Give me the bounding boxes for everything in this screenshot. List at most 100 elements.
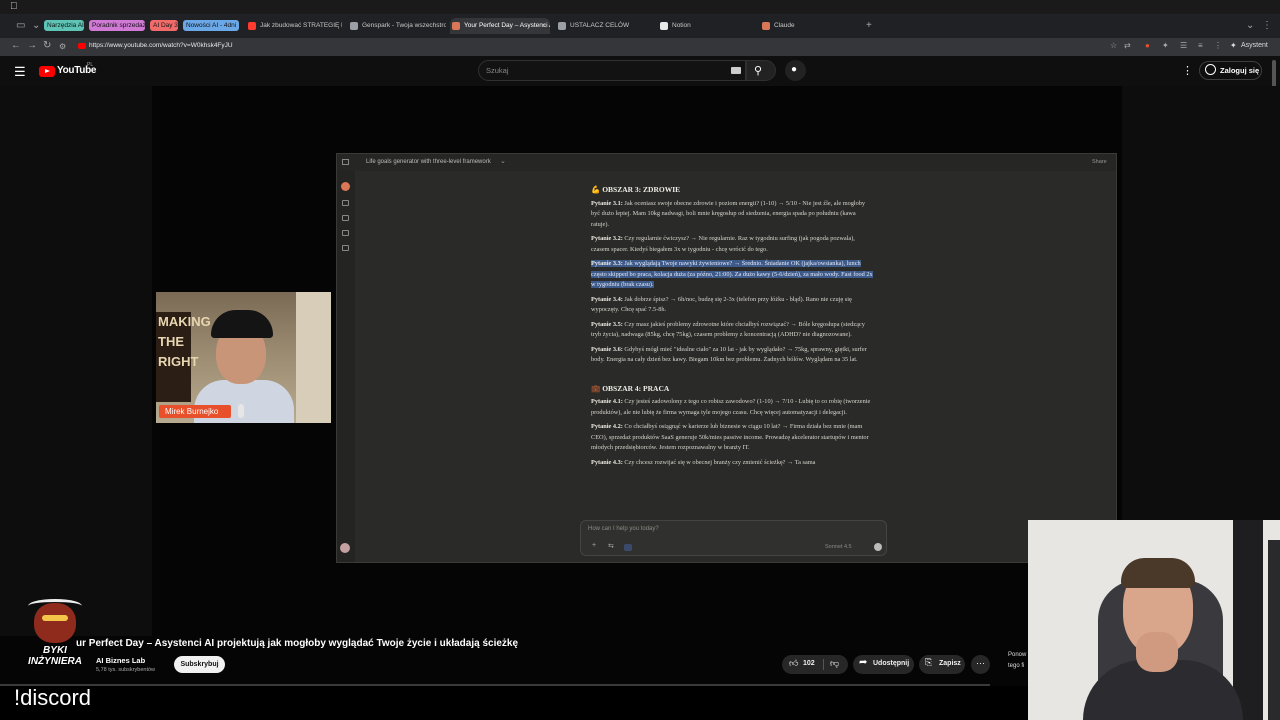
new-tab-button[interactable]: + xyxy=(866,20,872,31)
browser-tab[interactable]: Claude xyxy=(760,18,856,34)
paragraph-text: Pytanie 4.3: Czy chcesz rozwijać się w o… xyxy=(591,459,815,466)
question-paragraph: Pytanie 3.3: Jak wyglądają Twoje nawyki … xyxy=(591,259,873,291)
tab-favicon-icon xyxy=(452,22,460,30)
settings-kebab-icon[interactable]: ⋮ xyxy=(1182,64,1193,77)
tab-list-icon[interactable]: ⌄ xyxy=(1246,20,1254,31)
share-label[interactable]: Udostępnij xyxy=(873,660,909,667)
reload-icon[interactable]: ↻ xyxy=(43,40,51,51)
question-label: Pytanie 3.4: xyxy=(591,295,623,303)
tab-label: USTALACZ CELÓW xyxy=(570,22,630,29)
menu-hamburger-icon[interactable]: ☰ xyxy=(14,64,26,80)
sidebar-icon[interactable]: ≡ xyxy=(1198,41,1203,50)
question-text: Czy jesteś zadowolony z tego co robisz z… xyxy=(591,398,871,416)
site-info-icon[interactable]: ⚙ xyxy=(59,42,66,51)
tab-group-chip[interactable]: Narzędzia AI xyxy=(44,20,84,31)
paragraph-text: Pytanie 3.1: Jak oceniasz swoje obecne z… xyxy=(591,200,865,228)
claude-clock-icon xyxy=(624,544,632,551)
paragraph-text: Pytanie 3.6: Gdybyś mógł mieć "idealne c… xyxy=(591,346,867,364)
question-paragraph: Pytanie 3.6: Gdybyś mógł mieć "idealne c… xyxy=(591,345,873,366)
question-paragraph: Pytanie 3.5: Czy masz jakieś problemy zd… xyxy=(591,320,873,341)
poster: MAKING THE RIGHT xyxy=(156,312,211,402)
claude-chats-icon xyxy=(342,215,349,221)
bookmark-star-icon[interactable]: ☆ xyxy=(1110,41,1117,50)
byki-inzyniera-logo: BYKI INŻYNIERA xyxy=(20,597,90,675)
logo-text: BYKI INŻYNIERA xyxy=(28,645,82,667)
like-count[interactable]: 102 xyxy=(803,660,815,667)
browser-tab[interactable]: Notion xyxy=(658,18,754,34)
country-code: PL xyxy=(87,62,94,68)
window-menu-icon[interactable]: ⋮ xyxy=(1262,20,1272,31)
selected-text: Pytanie 3.3: Jak wyglądają Twoje nawyki … xyxy=(591,260,873,288)
tab-label: Genspark - Twoja wszechstronna xyxy=(362,22,446,29)
back-icon[interactable]: ← xyxy=(11,40,21,51)
question-label: Pytanie 3.3: xyxy=(591,260,623,267)
search-icon[interactable]: ⚲ xyxy=(754,64,762,77)
dislike-icon[interactable]: 👎︎ xyxy=(830,658,839,669)
search-placeholder: Szukaj xyxy=(486,66,509,75)
question-label: Pytanie 3.2: xyxy=(591,235,623,242)
tab-favicon-icon xyxy=(762,22,770,30)
extension-red-icon[interactable]: ● xyxy=(1145,41,1150,50)
question-paragraph: Pytanie 3.4: Jak dobrze śpisz? → 6h/noc,… xyxy=(591,295,873,316)
assistant-button[interactable]: Asystent xyxy=(1241,42,1268,49)
extension-icon[interactable]: ⇄ xyxy=(1124,41,1131,50)
browser-tab[interactable]: Jak zbudować STRATEGIĘ biznesu xyxy=(246,18,342,34)
claude-user-avatar xyxy=(340,543,350,553)
question-label: Pytanie 4.3: xyxy=(591,458,623,466)
save-bookmark-icon[interactable]: ⎘ xyxy=(925,657,932,668)
extensions-puzzle-icon[interactable]: ✦ xyxy=(1162,41,1169,50)
claude-message: 💪 OBSZAR 3: ZDROWIE Pytanie 3.1: Jak oce… xyxy=(591,185,873,472)
video-title: ur Perfect Day – Asystenci AI projektują… xyxy=(76,638,519,649)
claude-search-icon xyxy=(342,200,349,206)
subscribe-button[interactable]: Subskrybuj xyxy=(174,656,225,673)
presenter-cap xyxy=(211,310,273,338)
channel-name[interactable]: AI Biznes Lab xyxy=(96,656,145,665)
address-bar[interactable]: https://www.youtube.com/watch?v=W0khsk4F… xyxy=(89,42,233,49)
claude-send-icon xyxy=(874,543,882,551)
browser-tab[interactable]: Genspark - Twoja wszechstronna xyxy=(348,18,446,34)
presenter-webcam: MAKING THE RIGHT xyxy=(156,292,331,423)
keyboard-icon[interactable] xyxy=(731,67,741,74)
claude-sidebar-toggle-icon xyxy=(342,159,349,165)
microphone-icon[interactable]: ● xyxy=(791,64,797,75)
youtube-logo-icon[interactable] xyxy=(39,66,55,77)
background-door xyxy=(1233,520,1263,720)
question-text: Czy chcesz rozwijać się w obecnej branży… xyxy=(624,458,816,466)
search-input[interactable] xyxy=(478,60,746,81)
question-paragraph: Pytanie 3.2: Czy regularnie ćwiczysz? → … xyxy=(591,234,873,255)
question-label: Pytanie 3.5: xyxy=(591,320,623,328)
claude-projects-icon xyxy=(342,230,349,236)
question-paragraph: Pytanie 4.2: Co chciałbyś osiągnąć w kar… xyxy=(591,422,873,454)
tab-group-chip[interactable]: Nowości AI - 4dni xyxy=(183,20,239,31)
tab-group-chip[interactable]: AI Day 3 xyxy=(150,20,178,31)
close-tab-icon[interactable]: × xyxy=(541,18,546,34)
browser-tab[interactable]: Your Perfect Day – Asystenci AI × xyxy=(450,18,550,34)
question-text: Gdybyś mógł mieć "idealne ciało" za 10 l… xyxy=(591,345,867,364)
claude-input-placeholder: How can I help you today? xyxy=(588,526,659,532)
save-label[interactable]: Zapisz xyxy=(939,660,961,667)
tab-search-icon[interactable]: ⌄ xyxy=(32,20,40,31)
apple-icon[interactable]:  xyxy=(10,1,18,12)
like-icon[interactable]: 👍︎ xyxy=(789,658,798,669)
paragraph-text: Pytanie 4.1: Czy jesteś zadowolony z teg… xyxy=(591,398,870,416)
more-actions-button[interactable]: ··· xyxy=(971,655,990,674)
question-label: Pytanie 4.1: xyxy=(591,398,623,405)
share-icon[interactable]: ➦ xyxy=(859,657,867,668)
video-right-margin xyxy=(1122,86,1280,521)
assistant-icon[interactable]: ✦ xyxy=(1230,41,1237,50)
sign-in-label[interactable]: Zaloguj się xyxy=(1220,66,1259,75)
claude-new-chat-icon xyxy=(341,182,350,191)
claude-code-icon xyxy=(342,245,349,251)
tab-group-chip[interactable]: Poradnik sprzedaży xyxy=(89,20,145,31)
menu-icon[interactable]: ⋮ xyxy=(1214,41,1222,50)
tab-favicon-icon xyxy=(248,22,256,30)
sidebar-toggle-icon[interactable]: ▭ xyxy=(16,20,25,31)
forward-icon[interactable]: → xyxy=(27,40,37,51)
claude-model-selector: Sonnet 4.5 xyxy=(825,544,852,550)
browser-tab[interactable]: USTALACZ CELÓW xyxy=(556,18,652,34)
reading-list-icon[interactable]: ☰ xyxy=(1180,41,1187,50)
background-frame xyxy=(1268,540,1280,720)
question-text: Czy masz jakieś problemy zdrowotne które… xyxy=(591,320,865,339)
paragraph-text: Pytanie 3.4: Jak dobrze śpisz? → 6h/noc,… xyxy=(591,296,852,314)
question-paragraph: Pytanie 4.1: Czy jesteś zadowolony z teg… xyxy=(591,397,873,418)
